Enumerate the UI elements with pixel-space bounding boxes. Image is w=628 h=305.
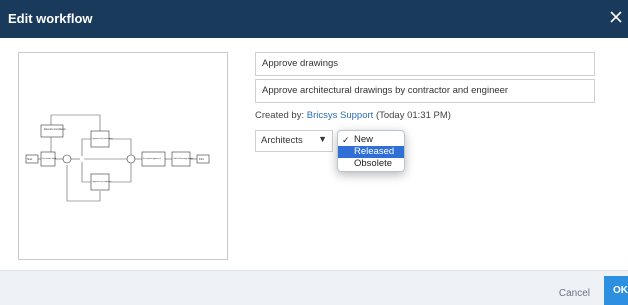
status-option-label: Obsolete bbox=[354, 158, 393, 169]
workflow-diagram-preview: Rework documents Set status draft Approv… bbox=[18, 52, 228, 260]
group-select-value: Architects bbox=[261, 135, 303, 146]
checkmark-icon: ✓ bbox=[342, 135, 350, 145]
created-time: (Today 01:31 PM) bbox=[375, 110, 451, 121]
dropdown-arrow-icon: ▼ bbox=[318, 134, 327, 144]
status-option-label: Released bbox=[354, 146, 395, 157]
diagram-node-start: Start bbox=[27, 158, 33, 161]
dialog-titlebar: Edit workflow bbox=[0, 0, 628, 38]
edit-workflow-dialog: Edit workflow Rework documents Set statu… bbox=[0, 0, 628, 305]
created-by-link[interactable]: Bricsys Support bbox=[307, 110, 374, 121]
diagram-node-approve-contractor: Approve by contractor bbox=[92, 137, 113, 140]
status-option-label: New bbox=[354, 134, 374, 145]
workflow-description-field[interactable]: Approve architectural drawings by contra… bbox=[255, 79, 595, 103]
status-option-obsolete[interactable]: Obsolete bbox=[338, 158, 404, 170]
created-by-label: Created by: bbox=[255, 110, 305, 121]
created-by-info: Created by: Bricsys Support (Today 01:31… bbox=[255, 110, 451, 121]
diagram-node-approve-engineer: Approve by engineer bbox=[92, 180, 112, 183]
status-dropdown-list[interactable]: ✓ New Released Obsolete bbox=[337, 130, 405, 172]
ok-button[interactable]: OK bbox=[604, 276, 628, 305]
diagram-node-set-status-draft: Set status draft bbox=[42, 157, 57, 160]
diagram-node-add-to-drawings: Add to Drawings bundle bbox=[173, 157, 194, 160]
cancel-button[interactable]: Cancel bbox=[559, 288, 590, 299]
diagram-node-end: End bbox=[199, 158, 204, 161]
diagram-node-set-status-approved: Set status approved bbox=[143, 158, 162, 160]
dialog-title: Edit workflow bbox=[8, 11, 93, 26]
diagram-node-rework: Rework documents bbox=[44, 128, 66, 131]
group-select[interactable]: Architects ▼ bbox=[255, 130, 333, 152]
workflow-name-field[interactable]: Approve drawings bbox=[255, 52, 595, 76]
status-option-new[interactable]: ✓ New bbox=[338, 134, 404, 146]
status-option-released[interactable]: Released bbox=[338, 146, 404, 158]
close-icon[interactable] bbox=[608, 6, 626, 30]
dialog-footer bbox=[0, 270, 628, 305]
